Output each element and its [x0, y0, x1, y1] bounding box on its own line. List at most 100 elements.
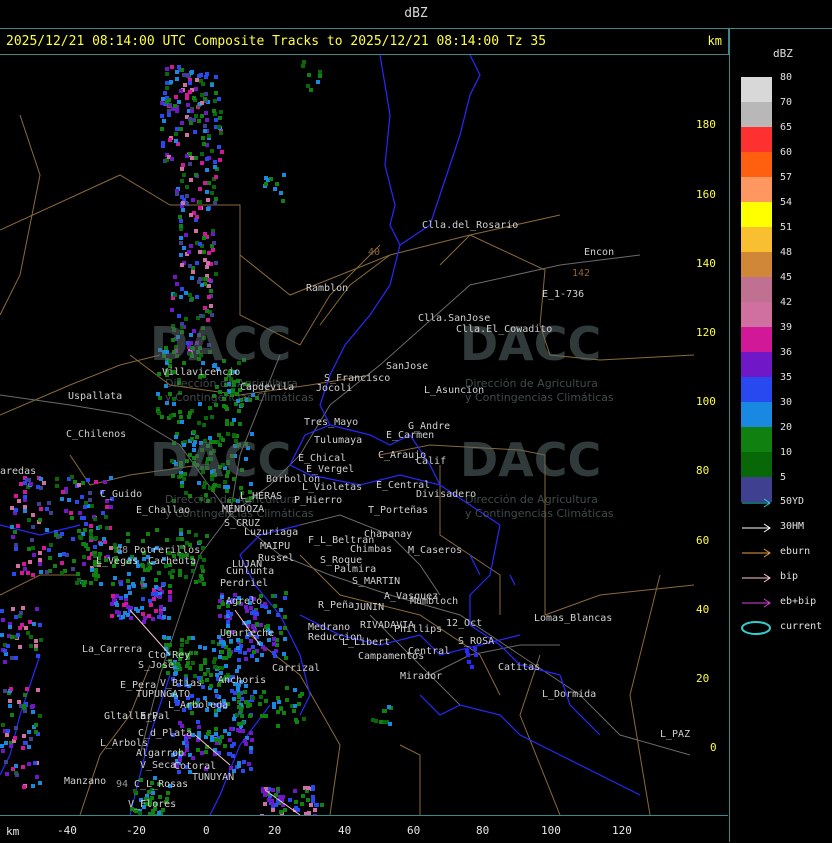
place-label: 12_Oct [446, 618, 483, 629]
x-tick-label: 80 [476, 824, 490, 837]
place-label: Luzuriaga [244, 527, 299, 538]
y-tick-label: 20 [696, 672, 710, 685]
place-label: Russel [258, 553, 295, 564]
legend-level-label: 36 [780, 347, 793, 358]
place-label: Catitas [498, 662, 541, 673]
track-legend-label: eb+bip [780, 596, 817, 607]
place-label: S_Jose [138, 660, 175, 671]
place-label: Ramblon [306, 283, 349, 294]
legend-level-label: 70 [780, 97, 793, 108]
legend-level-label: 65 [780, 122, 793, 133]
arrow-icon [742, 548, 771, 558]
place-label: C_Chilenos [66, 429, 127, 440]
legend-swatch-30 [741, 402, 772, 427]
place-label: E_1-736 [542, 289, 585, 300]
x-tick-label: 120 [612, 824, 632, 837]
y-tick-label: 0 [710, 741, 717, 754]
y-tick-label: 120 [696, 326, 716, 339]
place-label: 94 [116, 779, 129, 790]
place-label: E_Chical [298, 453, 347, 464]
arrow-icon [742, 598, 771, 608]
dacc-watermark-4-subtitle: Dirección de Agricultura y Contingencias … [465, 493, 614, 520]
km-unit-label: km [707, 34, 722, 48]
place-label: Mirador [400, 671, 443, 682]
x-tick-label: 60 [407, 824, 421, 837]
window-title: dBZ [404, 6, 428, 21]
place-label: P_Hierro [294, 495, 343, 506]
place-label: Cunlunta [226, 566, 275, 577]
place-label: V_Flores [128, 799, 177, 810]
legend-swatch-42 [741, 302, 772, 327]
window-header: dBZ [0, 0, 832, 29]
place-label: L_Vegas [96, 556, 139, 567]
place-label: Clla.SanJose [418, 313, 491, 324]
legend-swatch-45 [741, 277, 772, 302]
place-label: Capdevila [240, 382, 295, 393]
track-legend-label: current [780, 621, 823, 632]
place-label: Divisadero [416, 489, 477, 500]
place-label: Central [408, 646, 451, 657]
place-label: L_Dormida [542, 689, 597, 700]
arrow-icon [742, 573, 771, 583]
legend-title: dBZ [773, 47, 793, 60]
place-label: Encon [584, 247, 615, 258]
legend-swatch-48 [741, 252, 772, 277]
y-tick-label: 160 [696, 188, 716, 201]
legend-swatch-65 [741, 127, 772, 152]
place-label: aredas [0, 466, 37, 477]
place-label: Tres_Mayo [304, 417, 359, 428]
y-axis: 180 160 140 120 100 80 60 40 20 0 [694, 55, 729, 815]
place-label: Clla.del_Rosario [422, 220, 519, 231]
place-label: T_Porteñas [368, 505, 429, 516]
place-label: Jocoli [316, 383, 353, 394]
place-label: Palmira [334, 564, 377, 575]
radar-map[interactable]: DACC Dirección de Agricultura y Contingen… [0, 55, 694, 815]
place-label: C_L_Rosas [134, 779, 189, 790]
place-label: V_Seca [140, 760, 177, 771]
x-axis: km -40 -20 0 20 40 60 80 100 120 [0, 815, 728, 843]
place-label: Cotoral [174, 761, 217, 772]
legend-level-label: 45 [780, 272, 793, 283]
place-label: Lomas_Blancas [534, 613, 613, 624]
legend-level-label: 39 [780, 322, 793, 333]
dacc-watermark-2-subtitle: Dirección de Agricultura y Contingencias … [465, 377, 614, 404]
place-label: Ugarteche [220, 628, 275, 639]
y-tick-label: 80 [696, 464, 710, 477]
legend-level-label: 30 [780, 397, 793, 408]
x-tick-label: 20 [268, 824, 282, 837]
legend-swatch-39 [741, 327, 772, 352]
track-legend-label: 30HM [780, 521, 805, 532]
legend-level-label: 60 [780, 147, 793, 158]
place-label: M_Caseros [408, 545, 463, 556]
y-tick-label: 60 [696, 534, 710, 547]
place-label: Perdriel [220, 578, 269, 589]
place-label: Villavicencio [162, 367, 241, 378]
place-label: Agrelo [226, 596, 263, 607]
place-label: Carrizal [272, 663, 321, 674]
y-tick-label: 40 [696, 603, 710, 616]
place-label: TUNUYAN [192, 772, 235, 783]
place-label: Potrerillos [134, 545, 201, 556]
place-label: JUNIN [354, 602, 385, 613]
place-label: Calif [416, 456, 447, 467]
place-label: 142 [572, 268, 591, 279]
x-tick-label: -20 [126, 824, 146, 837]
place-label: E_Pal [140, 711, 171, 722]
place-label: Clla.El_Cowadito [456, 324, 553, 335]
legend-swatch-57 [741, 177, 772, 202]
legend-level-label: 48 [780, 247, 793, 258]
place-label: Chimbas [350, 544, 393, 555]
product-title-bar: 2025/12/21 08:14:00 UTC Composite Tracks… [0, 28, 729, 55]
place-label: S_MARTIN [352, 576, 401, 587]
legend-swatch-51 [741, 227, 772, 252]
x-tick-label: 40 [338, 824, 352, 837]
place-label: MAIPU [260, 541, 291, 552]
place-label: C_Guido [100, 489, 143, 500]
place-label: L_Asuncion [424, 385, 485, 396]
legend-level-label: 35 [780, 372, 793, 383]
place-label: L_HERAS [240, 491, 283, 502]
legend-level-label: 42 [780, 297, 793, 308]
y-tick-label: 100 [696, 395, 716, 408]
place-label: L_Violetas [302, 482, 363, 493]
place-label: E_Carmen [386, 430, 435, 441]
